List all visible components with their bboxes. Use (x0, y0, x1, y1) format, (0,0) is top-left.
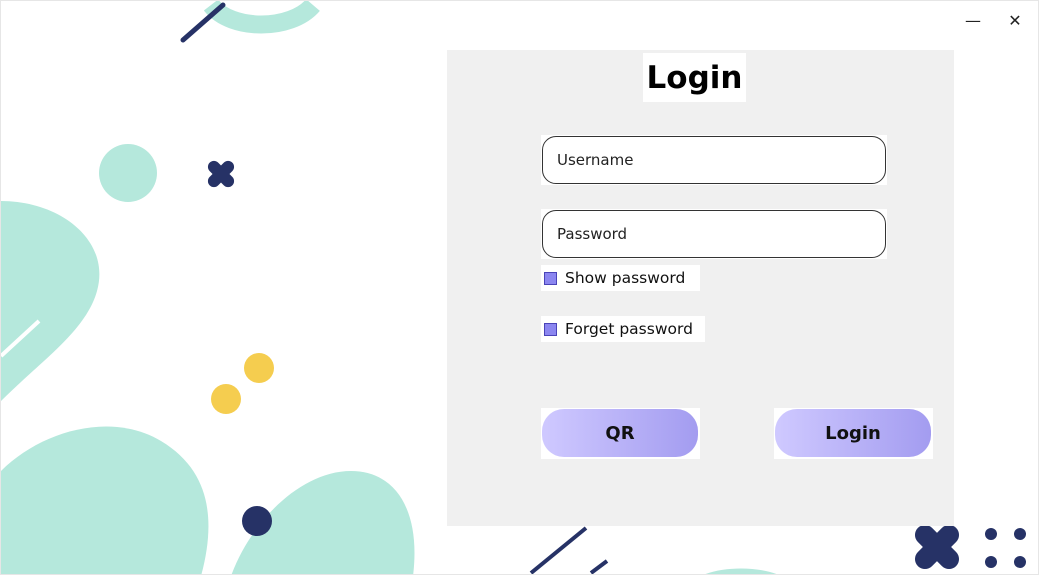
mint-circle-decoration (99, 144, 157, 202)
mint-arc-decoration (705, 568, 777, 574)
navy-dot-decoration (1014, 528, 1026, 540)
navy-line-decoration (589, 559, 609, 574)
minimize-button[interactable]: — (958, 7, 988, 33)
checkbox-icon[interactable] (544, 271, 557, 285)
login-window: — ✕ Login Show password Forget password … (0, 0, 1039, 575)
forget-password-checkbox[interactable]: Forget password (541, 316, 705, 342)
password-field-container (541, 209, 887, 259)
navy-line-decoration (180, 2, 226, 43)
minimize-icon: — (965, 10, 981, 30)
qr-button[interactable]: QR (542, 409, 698, 457)
show-password-checkbox[interactable]: Show password (541, 265, 700, 291)
yellow-dot-decoration (244, 353, 274, 383)
login-button[interactable]: Login (775, 409, 931, 457)
password-input[interactable] (542, 210, 886, 258)
mint-ring-decoration (203, 1, 320, 34)
close-button[interactable]: ✕ (1000, 7, 1030, 33)
username-input[interactable] (542, 136, 886, 184)
login-panel: Login Show password Forget password QR L… (447, 50, 954, 526)
page-title: Login (643, 53, 746, 102)
mint-blob-bottom (1, 426, 209, 574)
navy-line-decoration (529, 526, 588, 574)
qr-button-container: QR (541, 408, 700, 459)
show-password-label: Show password (565, 269, 686, 287)
checkbox-icon[interactable] (544, 322, 557, 336)
username-field-container (541, 135, 887, 185)
mint-blob-left (1, 201, 100, 401)
login-button-container: Login (774, 408, 933, 459)
navy-dot-decoration (985, 556, 997, 568)
forget-password-label: Forget password (565, 320, 693, 338)
navy-dot-decoration (242, 506, 272, 536)
navy-cross-decoration (207, 160, 235, 188)
close-icon: ✕ (1008, 10, 1022, 30)
navy-dot-decoration (985, 528, 997, 540)
navy-dot-decoration (1014, 556, 1026, 568)
yellow-dot-decoration (211, 384, 241, 414)
